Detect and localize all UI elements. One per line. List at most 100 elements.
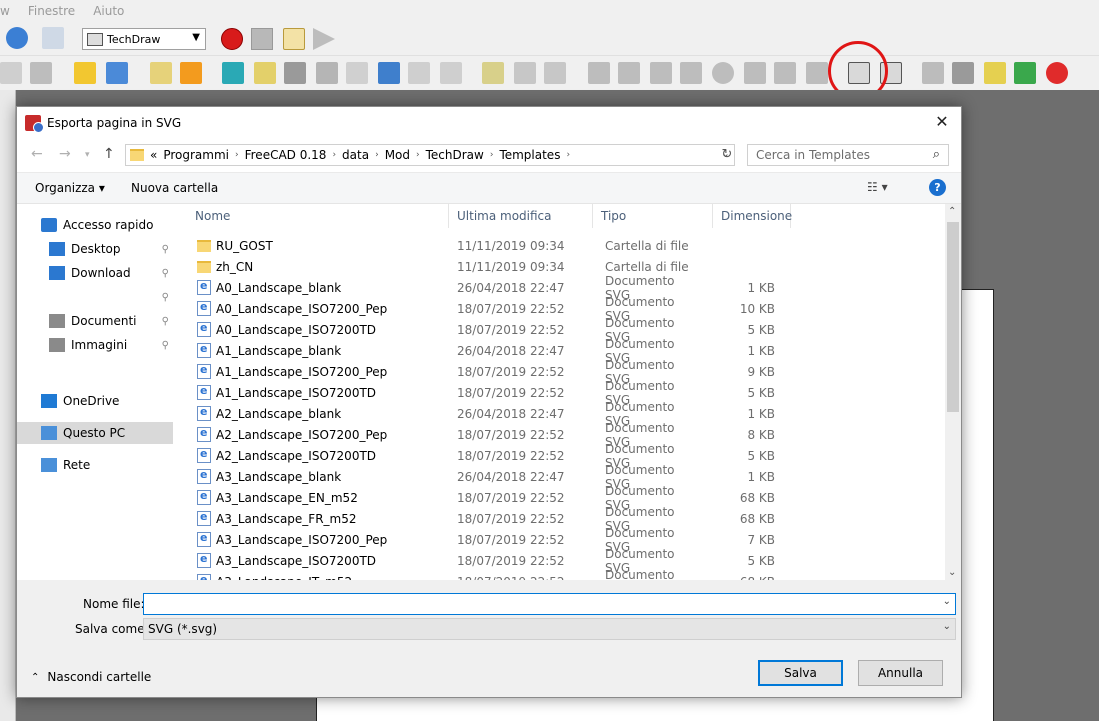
stop-macro-icon[interactable] <box>251 28 273 50</box>
chevron-down-icon[interactable]: ⌄ <box>943 596 951 607</box>
file-row[interactable]: A1_Landscape_ISO7200_Pep 18/07/2019 22:52… <box>177 358 945 386</box>
nav-item[interactable]: ⚲ <box>17 286 173 308</box>
menu-item-windows[interactable]: Finestre <box>28 4 75 18</box>
measure-icon[interactable] <box>30 62 52 84</box>
pin-icon[interactable]: ⚲ <box>162 340 169 351</box>
file-row[interactable]: A0_Landscape_ISO7200TD18/07/2019 22:52Do… <box>177 316 945 344</box>
search-input[interactable]: Cerca in Templates ⌕ <box>747 144 949 166</box>
folder-icon[interactable] <box>106 62 128 84</box>
arch-view-icon[interactable] <box>514 62 536 84</box>
breadcrumb-data[interactable]: data <box>342 148 369 162</box>
breadcrumb-templates[interactable]: Templates <box>499 148 560 162</box>
filename-field[interactable]: ⌄ <box>143 593 956 615</box>
vertical-dimension-icon[interactable] <box>650 62 672 84</box>
spreadsheet-view-icon[interactable] <box>440 62 462 84</box>
breadcrumb-mod[interactable]: Mod <box>385 148 410 162</box>
new-page-template-icon[interactable] <box>180 62 202 84</box>
refresh-icon[interactable] <box>6 27 28 49</box>
file-row[interactable]: A3_Landscape_IT_m5218/07/2019 22:52Docum… <box>177 568 945 580</box>
link-dimension-icon[interactable] <box>806 62 828 84</box>
file-row[interactable]: A3_Landscape_ISO7200TD18/07/2019 22:52Do… <box>177 547 945 575</box>
breadcrumb-freecad[interactable]: FreeCAD 0.18 <box>245 148 327 162</box>
chevron-right-icon[interactable]: › <box>332 150 336 160</box>
part-icon[interactable] <box>74 62 96 84</box>
annotation-icon[interactable] <box>346 62 368 84</box>
radius-dimension-icon[interactable] <box>680 62 702 84</box>
file-row[interactable]: zh_CN 11/11/2019 09:34 Cartella di file <box>177 256 945 277</box>
cancel-button[interactable]: Annulla <box>858 660 943 686</box>
file-row[interactable]: A1_Landscape_ISO7200TD18/07/2019 22:52Do… <box>177 379 945 407</box>
search-icon[interactable]: ⌕ <box>933 147 940 162</box>
insert-view-icon[interactable] <box>222 62 244 84</box>
address-bar[interactable]: « Programmi › FreeCAD 0.18 › data › Mod … <box>125 144 735 166</box>
section-view-icon[interactable] <box>316 62 338 84</box>
hatch-icon[interactable] <box>922 62 944 84</box>
menu-item-help[interactable]: Aiuto <box>93 4 124 18</box>
chevron-right-icon[interactable]: › <box>566 150 570 160</box>
macro-editor-icon[interactable] <box>283 28 305 50</box>
new-page-icon[interactable] <box>150 62 172 84</box>
back-arrow-icon[interactable]: ← <box>31 146 43 162</box>
column-header-size[interactable]: Dimensione <box>713 204 792 228</box>
breadcrumb-overflow[interactable]: « <box>150 148 157 162</box>
pin-icon[interactable]: ⚲ <box>162 292 169 303</box>
spreadsheet-icon[interactable] <box>544 62 566 84</box>
length-dimension-icon[interactable] <box>588 62 610 84</box>
symbol-icon[interactable] <box>408 62 430 84</box>
scroll-down-icon[interactable]: ⌄ <box>948 567 956 578</box>
new-folder-button[interactable]: Nuova cartella <box>131 181 218 195</box>
menu-item-view[interactable]: w <box>0 4 10 18</box>
nav-item[interactable]: Desktop ⚲ <box>17 238 173 260</box>
refresh-icon[interactable]: ↻ <box>717 144 737 166</box>
scroll-up-icon[interactable]: ⌃ <box>948 206 956 217</box>
help-icon[interactable]: ? <box>929 179 946 196</box>
file-row[interactable]: A1_Landscape_blank26/04/2018 22:47Docume… <box>177 337 945 365</box>
view-options-icon[interactable]: ☷ ▾ <box>867 180 888 194</box>
view-icon[interactable] <box>0 62 22 84</box>
angle-dimension-icon[interactable] <box>744 62 766 84</box>
toggle-frames-icon[interactable] <box>1046 62 1068 84</box>
nav-item[interactable]: Download ⚲ <box>17 262 173 284</box>
nav-item[interactable]: Accesso rapido <box>17 214 173 236</box>
pin-icon[interactable]: ⚲ <box>162 268 169 279</box>
file-row[interactable]: A3_Landscape_blank26/04/2018 22:47Docume… <box>177 463 945 491</box>
breadcrumb-programmi[interactable]: Programmi <box>163 148 229 162</box>
file-row[interactable]: A3_Landscape_FR_m5218/07/2019 22:52Docum… <box>177 505 945 533</box>
breadcrumb-techdraw[interactable]: TechDraw <box>426 148 484 162</box>
active-view-icon[interactable] <box>254 62 276 84</box>
diameter-dimension-icon[interactable] <box>712 62 734 84</box>
up-arrow-icon[interactable]: ↑ <box>103 146 115 162</box>
draft-view-icon[interactable] <box>482 62 504 84</box>
workbench-selector[interactable]: TechDraw ▼ <box>82 28 206 50</box>
run-macro-icon[interactable] <box>313 28 335 50</box>
projection-group-icon[interactable] <box>284 62 306 84</box>
column-header-modified[interactable]: Ultima modifica <box>449 204 593 228</box>
file-row[interactable]: RU_GOST 11/11/2019 09:34 Cartella di file <box>177 235 945 256</box>
nav-item[interactable]: Immagini ⚲ <box>17 334 173 356</box>
image-icon[interactable] <box>984 62 1006 84</box>
chevron-right-icon[interactable]: › <box>375 150 379 160</box>
nav-item[interactable]: OneDrive <box>17 390 173 412</box>
hide-folders-toggle[interactable]: ⌃ Nascondi cartelle <box>31 670 151 684</box>
file-row[interactable]: A2_Landscape_ISO7200TD18/07/2019 22:52Do… <box>177 442 945 470</box>
nav-item[interactable]: Documenti ⚲ <box>17 310 173 332</box>
file-row[interactable]: A2_Landscape_ISO7200_Pep 18/07/2019 22:52… <box>177 421 945 449</box>
file-row[interactable]: A0_Landscape_blank26/04/2018 22:47Docume… <box>177 274 945 302</box>
record-macro-icon[interactable] <box>221 28 243 50</box>
organize-button[interactable]: Organizza ▾ <box>35 181 105 195</box>
chevron-right-icon[interactable]: › <box>235 150 239 160</box>
file-row[interactable]: A3_Landscape_EN_m5218/07/2019 22:52Docum… <box>177 484 945 512</box>
pin-icon[interactable]: ⚲ <box>162 244 169 255</box>
forward-arrow-icon[interactable]: → <box>59 146 71 162</box>
save-button[interactable]: Salva <box>758 660 843 686</box>
pin-icon[interactable]: ⚲ <box>162 316 169 327</box>
column-header-name[interactable]: Nome <box>177 204 449 228</box>
scrollbar-thumb[interactable] <box>947 222 959 412</box>
chevron-right-icon[interactable]: › <box>416 150 420 160</box>
horizontal-dimension-icon[interactable] <box>618 62 640 84</box>
three-point-angle-icon[interactable] <box>774 62 796 84</box>
file-row[interactable]: A3_Landscape_ISO7200_Pep 18/07/2019 22:52… <box>177 526 945 554</box>
picture-icon[interactable] <box>1014 62 1036 84</box>
savetype-select[interactable]: SVG (*.svg) ⌄ <box>143 618 956 640</box>
vertical-scrollbar[interactable]: ⌃ ⌄ <box>945 204 961 580</box>
